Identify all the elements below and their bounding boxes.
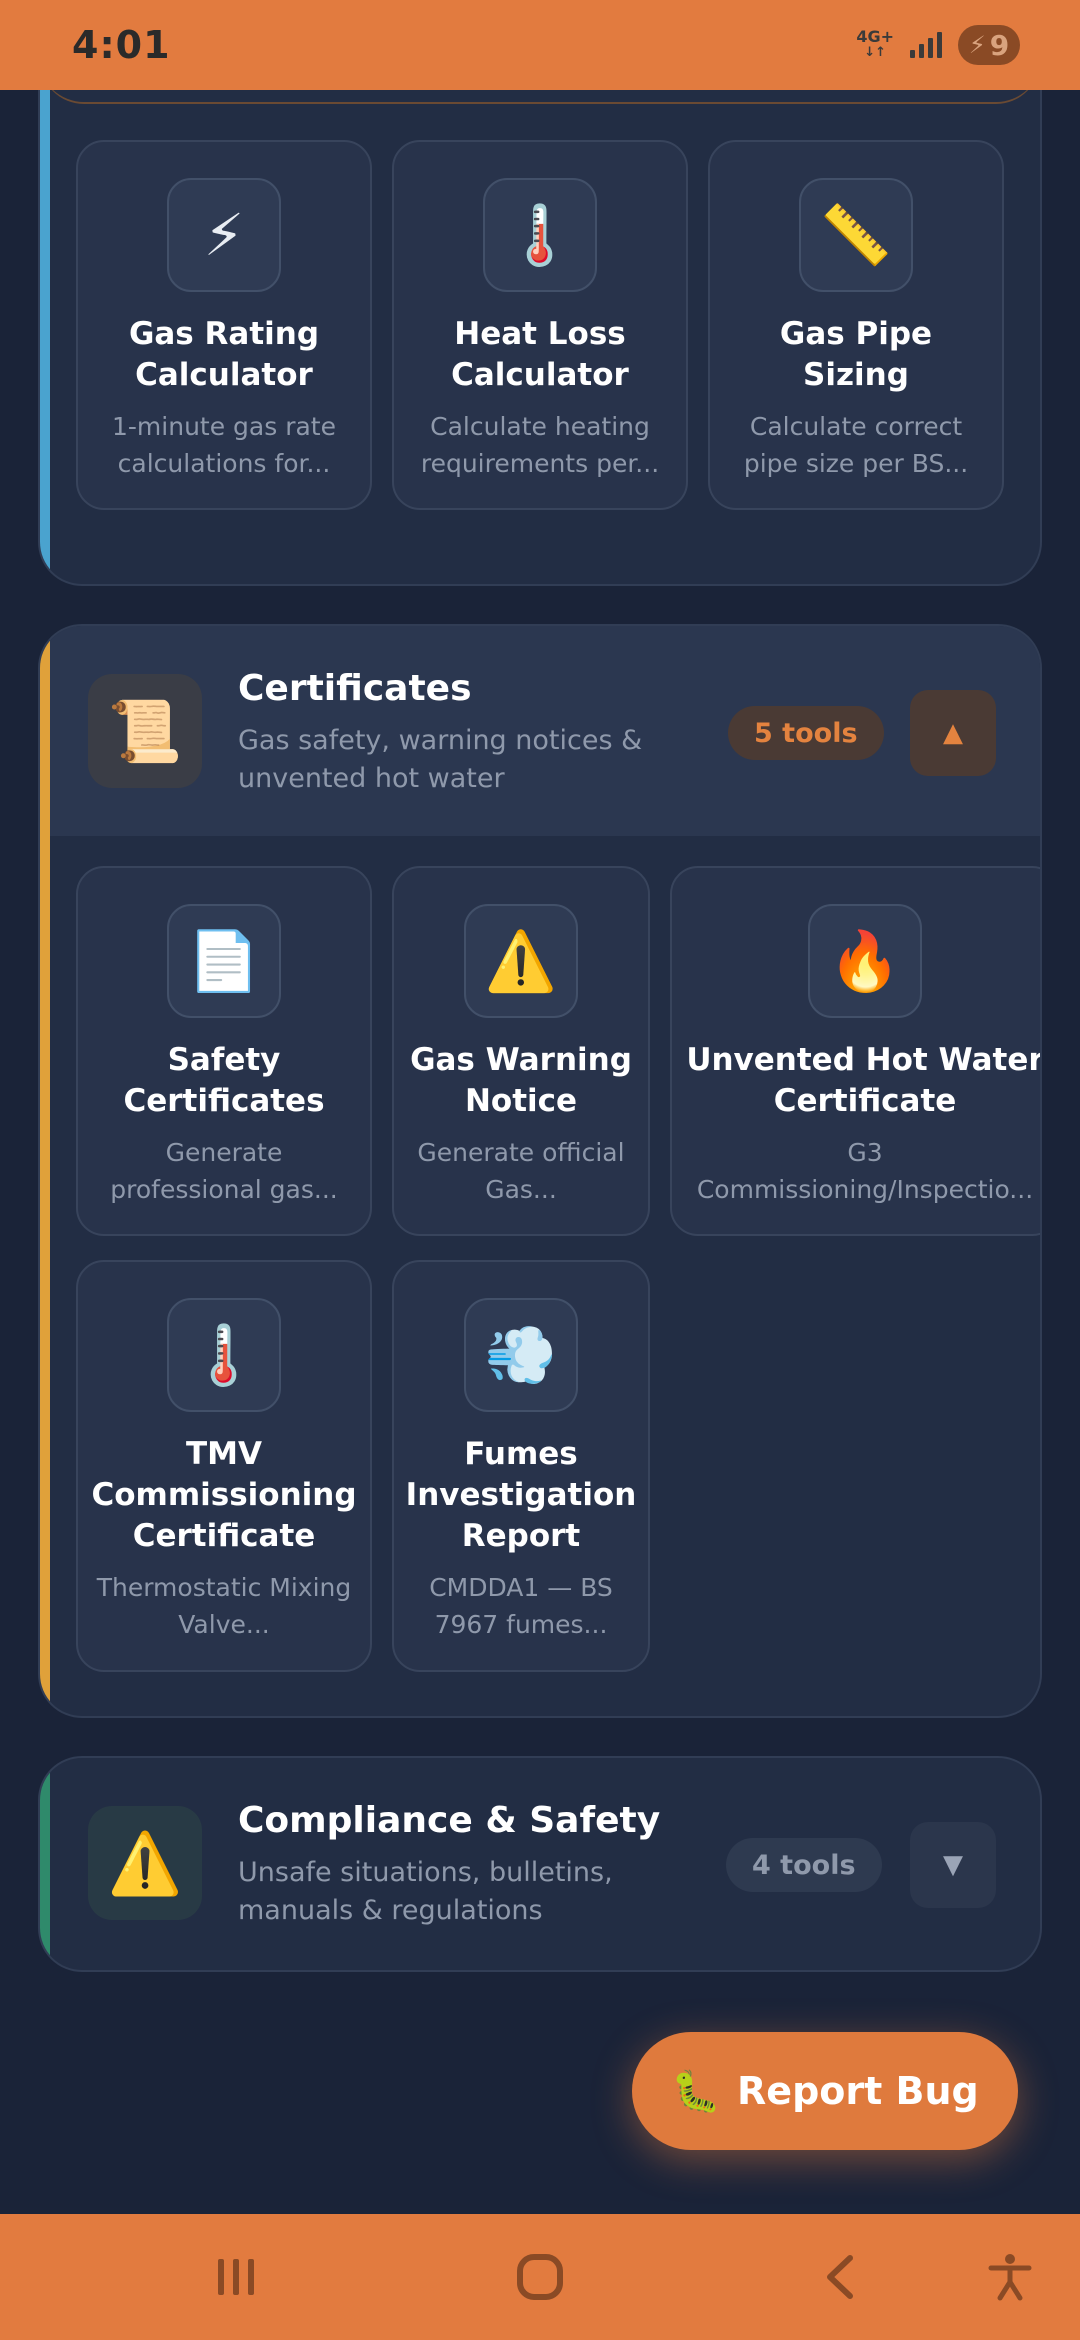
tool-title: Safety Certificates <box>123 1042 325 1119</box>
tool-description: Thermostatic Mixing Valve... <box>96 1573 352 1639</box>
category-subtitle: Gas safety, warning notices & unvented h… <box>238 725 643 794</box>
tool-description: 1-minute gas rate calculations for... <box>112 412 336 478</box>
status-bar: 4:01 4G+ ↓↑ ⚡ 9 <box>0 0 1080 90</box>
calculators-category-card: ⚡ Gas Rating Calculator 1-minute gas rat… <box>38 90 1042 586</box>
report-bug-label: Report Bug <box>737 2069 979 2113</box>
charging-bolt-icon: ⚡ <box>968 31 986 59</box>
accessibility-button[interactable] <box>950 2214 1070 2340</box>
accessibility-icon <box>988 2254 1032 2301</box>
network-type-icon: 4G+ ↓↑ <box>856 27 894 61</box>
thermometer-icon: 🌡️ <box>483 178 597 292</box>
ruler-icon: 📏 <box>799 178 913 292</box>
tool-description: Generate official Gas... <box>417 1138 625 1204</box>
chevron-down-icon[interactable]: ▼ <box>910 1822 996 1908</box>
category-subtitle: Unsafe situations, bulletins, manuals & … <box>238 1857 613 1926</box>
home-icon <box>517 2254 563 2300</box>
category-title: Compliance & Safety <box>238 1800 661 1841</box>
category-stripe <box>40 1758 50 1970</box>
tool-title: Fumes Investigation Report <box>405 1436 637 1554</box>
lightning-icon: ⚡ <box>167 178 281 292</box>
battery-icon: ⚡ 9 <box>958 25 1020 65</box>
tool-description: Generate professional gas... <box>110 1138 338 1204</box>
category-stripe <box>40 90 50 584</box>
document-icon: 📄 <box>167 904 281 1018</box>
scroll-icon: 📜 <box>88 674 202 788</box>
chevron-up-icon[interactable]: ▲ <box>910 690 996 776</box>
bug-icon: 🐛 <box>671 2068 722 2115</box>
fire-icon: 🔥 <box>808 904 922 1018</box>
tool-title: Unvented Hot Water Certificate <box>686 1042 1042 1119</box>
category-stripe <box>40 626 50 1716</box>
tool-tile-tmv-commissioning[interactable]: 🌡️ TMV Commissioning Certificate Thermos… <box>76 1260 372 1672</box>
tool-description: Calculate correct pipe size per BS... <box>743 412 969 478</box>
battery-level: 9 <box>989 28 1010 62</box>
compliance-category-card[interactable]: ⚠️ Compliance & Safety Unsafe situations… <box>38 1756 1042 1972</box>
signal-strength-icon <box>910 32 942 58</box>
category-title: Certificates <box>238 668 472 709</box>
status-time: 4:01 <box>72 23 171 67</box>
collapsed-header-edge <box>40 90 1040 104</box>
tools-scroll-area[interactable]: ⚡ Gas Rating Calculator 1-minute gas rat… <box>0 90 1080 2214</box>
certificates-header[interactable]: 📜 Certificates Gas safety, warning notic… <box>40 626 1040 836</box>
certificates-category-card: 📜 Certificates Gas safety, warning notic… <box>38 624 1042 1718</box>
recent-apps-button[interactable] <box>176 2214 296 2340</box>
tool-tile-heat-loss[interactable]: 🌡️ Heat Loss Calculator Calculate heatin… <box>392 140 688 510</box>
back-icon <box>827 2255 853 2299</box>
tool-title: Gas Pipe Sizing <box>779 316 933 393</box>
back-button[interactable] <box>780 2214 900 2340</box>
tool-title: Heat Loss Calculator <box>451 316 629 393</box>
tool-title: Gas Warning Notice <box>410 1042 632 1119</box>
tool-count-badge: 5 tools <box>728 706 884 760</box>
system-navigation-bar <box>0 2214 1080 2340</box>
tool-tile-unvented-hot-water[interactable]: 🔥 Unvented Hot Water Certificate G3 Comm… <box>670 866 1042 1236</box>
tool-tile-gas-pipe-sizing[interactable]: 📏 Gas Pipe Sizing Calculate correct pipe… <box>708 140 1004 510</box>
status-icons: 4G+ ↓↑ ⚡ 9 <box>856 25 1020 65</box>
tool-description: G3 Commissioning/Inspectio... <box>696 1138 1034 1204</box>
home-button[interactable] <box>480 2214 600 2340</box>
tool-tile-fumes-investigation[interactable]: 💨 Fumes Investigation Report CMDDA1 — BS… <box>392 1260 650 1672</box>
warning-icon: ⚠️ <box>88 1806 202 1920</box>
tool-tile-gas-rating[interactable]: ⚡ Gas Rating Calculator 1-minute gas rat… <box>76 140 372 510</box>
tool-title: TMV Commissioning Certificate <box>91 1436 357 1554</box>
thermometer-icon: 🌡️ <box>167 1298 281 1412</box>
tool-tile-safety-certificates[interactable]: 📄 Safety Certificates Generate professio… <box>76 866 372 1236</box>
network-type-label: 4G+ <box>856 27 894 46</box>
tool-count-badge: 4 tools <box>726 1838 882 1892</box>
tool-tile-gas-warning-notice[interactable]: ⚠️ Gas Warning Notice Generate official … <box>392 866 650 1236</box>
tool-description: CMDDA1 — BS 7967 fumes... <box>429 1573 613 1639</box>
recent-apps-icon <box>218 2259 254 2295</box>
report-bug-button[interactable]: 🐛 Report Bug <box>632 2032 1018 2150</box>
tool-description: Calculate heating requirements per... <box>420 412 660 478</box>
warning-icon: ⚠️ <box>464 904 578 1018</box>
tool-title: Gas Rating Calculator <box>128 316 320 393</box>
dash-air-icon: 💨 <box>464 1298 578 1412</box>
